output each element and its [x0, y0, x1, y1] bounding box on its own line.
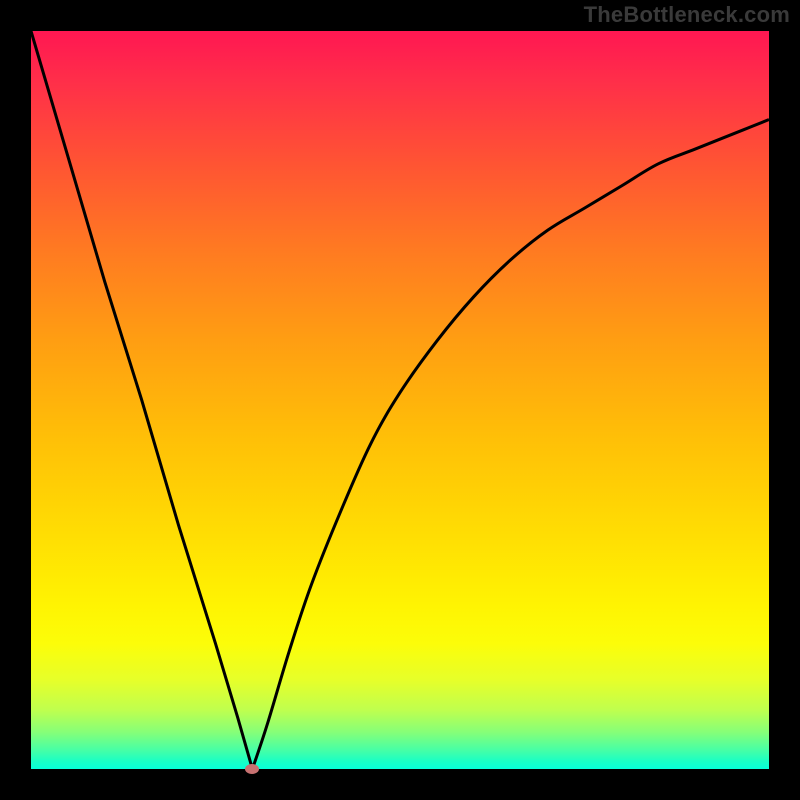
curve-path-left [31, 31, 252, 769]
minimum-marker [245, 764, 259, 774]
plot-area [31, 31, 769, 769]
watermark-text: TheBottleneck.com [584, 2, 790, 28]
curve-path-right [252, 120, 769, 769]
curve-svg [31, 31, 769, 769]
chart-frame: TheBottleneck.com [0, 0, 800, 800]
